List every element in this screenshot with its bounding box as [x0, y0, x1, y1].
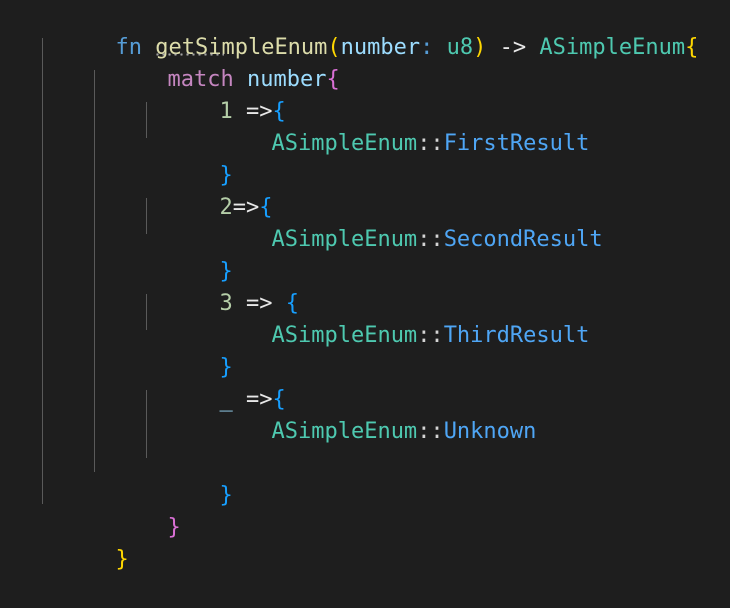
code-line-13[interactable]: ASimpleEnum::Unknown — [0, 384, 730, 444]
code-editor[interactable]: fn getSimpleEnum(number: u8) -> ASimpleE… — [0, 0, 730, 572]
code-line-11[interactable]: } — [0, 320, 730, 380]
code-line-5[interactable]: } — [0, 128, 730, 188]
code-line-14[interactable] — [0, 416, 730, 448]
code-line-8[interactable]: } — [0, 224, 730, 284]
code-line-16[interactable]: } — [0, 480, 730, 540]
fn-brace-close: } — [115, 547, 129, 572]
code-content[interactable]: fn getSimpleEnum(number: u8) -> ASimpleE… — [0, 0, 730, 572]
code-line-10[interactable]: ASimpleEnum::ThirdResult — [0, 288, 730, 348]
code-line-3[interactable]: 1 =>{ — [0, 64, 730, 124]
code-line-12[interactable]: _ =>{ — [0, 352, 730, 412]
code-line-4[interactable]: ASimpleEnum::FirstResult — [0, 96, 730, 156]
code-line-7[interactable]: ASimpleEnum::SecondResult — [0, 192, 730, 252]
code-line-17[interactable]: } — [0, 512, 730, 572]
code-line-2[interactable]: match number{ — [0, 32, 730, 92]
code-line-15[interactable]: } — [0, 448, 730, 508]
code-line-6[interactable]: 2=>{ — [0, 160, 730, 220]
code-line-1[interactable]: fn getSimpleEnum(number: u8) -> ASimpleE… — [0, 0, 730, 60]
code-line-9[interactable]: 3 => { — [0, 256, 730, 316]
